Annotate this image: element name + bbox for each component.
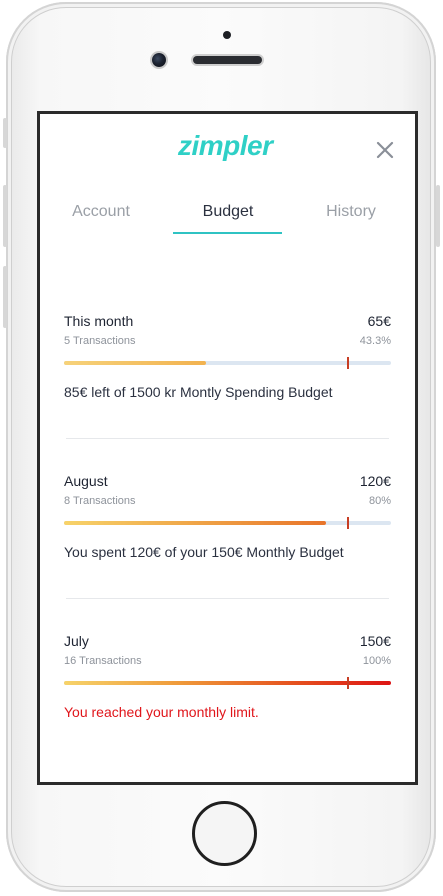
progress-fill [64, 681, 391, 685]
limit-marker [346, 517, 349, 529]
amount-spent: 150€ [359, 633, 391, 649]
mute-switch [3, 118, 7, 148]
transaction-count: 5 Transactions [64, 335, 136, 347]
percent-used: 80% [368, 495, 391, 507]
budget-section-august: August 120€ 8 Transactions 80% You spent… [64, 473, 391, 563]
tab-bar: Account Budget History [40, 199, 415, 239]
earpiece-speaker [193, 56, 262, 64]
progress-fill [64, 361, 206, 365]
budget-progress-bar [64, 517, 391, 529]
transaction-count: 8 Transactions [64, 495, 136, 507]
percent-used: 100% [362, 655, 391, 667]
period-label: August [64, 473, 108, 489]
budget-section-july: July 150€ 16 Transactions 100% You reach… [64, 633, 391, 723]
zimpler-logo: zimpler [178, 130, 273, 161]
close-icon[interactable] [373, 138, 397, 162]
section-divider [66, 438, 389, 439]
volume-down-button [3, 266, 7, 328]
amount-spent: 120€ [359, 473, 391, 489]
active-tab-indicator [173, 232, 282, 234]
limit-marker [346, 357, 349, 369]
progress-fill [64, 521, 326, 525]
power-button [436, 185, 440, 247]
amount-spent: 65€ [367, 313, 391, 329]
budget-progress-bar [64, 357, 391, 369]
period-label: July [64, 633, 89, 649]
phone-frame: zimpler Account Budget History This mont… [6, 2, 436, 892]
app-screen: zimpler Account Budget History This mont… [37, 111, 418, 785]
tab-account[interactable]: Account [68, 203, 134, 221]
home-button[interactable] [192, 801, 257, 866]
budget-note: 85€ left of 1500 kr Montly Spending Budg… [64, 384, 333, 400]
proximity-sensor [223, 31, 231, 39]
limit-marker [346, 677, 349, 689]
budget-note: You spent 120€ of your 150€ Monthly Budg… [64, 544, 344, 560]
percent-used: 43.3% [359, 335, 391, 347]
tab-history[interactable]: History [312, 203, 390, 221]
limit-reached-warning: You reached your monthly limit. [64, 704, 259, 720]
budget-progress-bar [64, 677, 391, 689]
budget-section-current: This month 65€ 5 Transactions 43.3% 85€ … [64, 313, 391, 403]
front-camera [152, 53, 166, 67]
period-label: This month [64, 313, 134, 329]
transaction-count: 16 Transactions [64, 655, 142, 667]
tab-budget[interactable]: Budget [190, 203, 266, 221]
volume-up-button [3, 185, 7, 247]
section-divider [66, 598, 389, 599]
